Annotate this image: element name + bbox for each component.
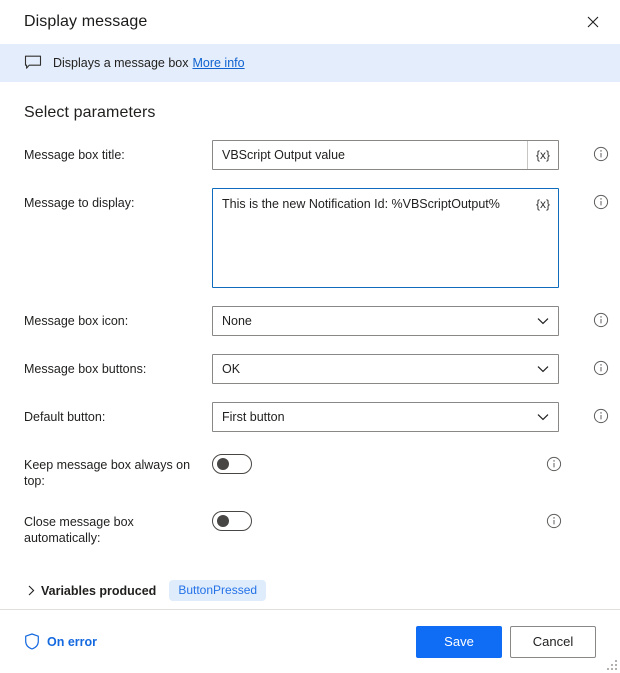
message-box-title-input[interactable]: VBScript Output value {x} [212, 140, 559, 170]
dialog-body: Select parameters Message box title: VBS… [0, 82, 620, 609]
section-title: Select parameters [24, 104, 156, 121]
label-close-automatically: Close message box automatically: [24, 515, 134, 545]
field-wrap-message-box-icon: None [212, 306, 559, 336]
keep-always-on-top-toggle[interactable] [212, 454, 252, 474]
label-message-box-icon: Message box icon: [24, 314, 129, 328]
dialog-titlebar: Display message [0, 0, 620, 44]
label-message-box-buttons: Message box buttons: [24, 362, 147, 376]
info-icon-keep-always-on-top[interactable] [546, 456, 562, 472]
label-default-button: Default button: [24, 410, 106, 424]
dialog-footer: On error Save Cancel [0, 609, 620, 673]
field-row-message-box-icon: Message box icon: None [24, 306, 609, 336]
variable-picker-button-title[interactable]: {x} [527, 141, 558, 169]
label-keep-always-on-top: Keep message box always on top: [24, 458, 191, 488]
info-icon-close-automatically[interactable] [546, 513, 562, 529]
toggle-knob [217, 458, 229, 470]
info-banner-text: Displays a message box [53, 56, 189, 70]
on-error-button[interactable]: On error [24, 633, 97, 650]
message-box-buttons-select[interactable]: OK [212, 354, 559, 384]
info-icon-message-box-title[interactable] [593, 146, 609, 162]
variable-picker-button-message[interactable]: {x} [528, 189, 558, 219]
field-row-default-button: Default button: First button [24, 402, 609, 432]
info-icon-message-box-buttons[interactable] [593, 360, 609, 376]
message-box-title-value: VBScript Output value [222, 148, 345, 162]
chevron-down-icon-message-box-icon [528, 317, 558, 325]
field-row-message-box-buttons: Message box buttons: OK [24, 354, 609, 384]
on-error-label: On error [47, 634, 98, 649]
shield-icon [25, 633, 39, 650]
message-bubble-icon [24, 55, 42, 69]
save-button[interactable]: Save [416, 625, 502, 658]
chevron-down-icon-default-button [528, 413, 558, 421]
default-button-value: First button [222, 410, 285, 424]
label-message-box-title: Message box title: [24, 148, 125, 162]
variables-produced-label: Variables produced [41, 583, 157, 598]
message-to-display-input[interactable]: This is the new Notification Id: %VBScri… [212, 188, 559, 288]
field-wrap-default-button: First button [212, 402, 559, 432]
info-icon-default-button[interactable] [593, 408, 609, 424]
field-wrap-message-box-buttons: OK [212, 354, 559, 384]
message-box-icon-select[interactable]: None [212, 306, 559, 336]
more-info-link[interactable]: More info [192, 56, 244, 70]
default-button-select[interactable]: First button [212, 402, 559, 432]
info-icon-message-box-icon[interactable] [593, 312, 609, 328]
resize-grip[interactable] [605, 658, 617, 670]
message-box-icon-value: None [222, 314, 252, 328]
variables-produced-section[interactable]: Variables produced ButtonPressed [24, 580, 596, 601]
field-row-close-automatically: Close message box automatically: [24, 507, 596, 546]
display-message-dialog: Display message Displays a message box M… [0, 0, 620, 673]
info-icon-message-to-display[interactable] [593, 194, 609, 210]
close-icon [587, 16, 599, 28]
field-wrap-message-box-title: VBScript Output value {x} [212, 140, 559, 170]
field-row-keep-always-on-top: Keep message box always on top: [24, 450, 596, 489]
chevron-right-icon [24, 585, 38, 596]
field-wrap-message-to-display: This is the new Notification Id: %VBScri… [212, 188, 559, 288]
variable-badge-buttonpressed[interactable]: ButtonPressed [169, 580, 267, 601]
close-button[interactable] [576, 6, 610, 38]
message-box-buttons-value: OK [222, 362, 241, 376]
field-row-message-to-display: Message to display: This is the new Noti… [24, 188, 609, 288]
info-banner: Displays a message box More info [0, 44, 620, 82]
toggle-knob [217, 515, 229, 527]
page-title: Display message [24, 13, 148, 30]
close-automatically-toggle[interactable] [212, 511, 252, 531]
message-to-display-value: This is the new Notification Id: %VBScri… [222, 197, 500, 211]
cancel-button[interactable]: Cancel [510, 625, 596, 658]
chevron-down-icon-message-box-buttons [528, 365, 558, 373]
label-message-to-display: Message to display: [24, 196, 135, 210]
field-row-message-box-title: Message box title: VBScript Output value… [24, 140, 609, 170]
